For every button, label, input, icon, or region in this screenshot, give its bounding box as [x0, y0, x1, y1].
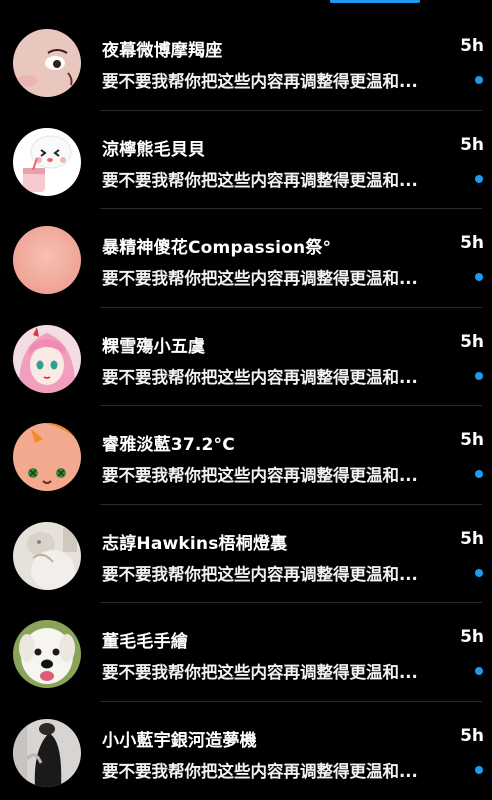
unread-dot-icon — [475, 174, 483, 183]
timestamp: 5h — [460, 36, 484, 56]
avatar[interactable] — [13, 127, 81, 196]
conversation-list: 夜幕微博摩羯座 5h 要不要我帮你把这些内容再调整得更温和... 涼檸熊毛貝貝 … — [0, 12, 492, 800]
contact-name: 粿雪殤小五虞 — [102, 336, 206, 357]
contact-name: 董毛毛手繪 — [102, 632, 188, 652]
contact-name: 夜幕微博摩羯座 — [102, 41, 223, 61]
message-preview: 要不要我帮你把这些内容再调整得更温和... — [102, 761, 418, 781]
avatar[interactable] — [13, 521, 81, 590]
conversation-row[interactable]: 董毛毛手繪 5h 要不要我帮你把这些内容再调整得更温和... — [0, 603, 492, 702]
avatar[interactable] — [13, 226, 81, 294]
avatar[interactable] — [13, 423, 81, 491]
unread-dot-icon — [475, 765, 483, 774]
contact-name: 暴精神傻花Compassion祭° — [102, 238, 332, 258]
conversation-row[interactable]: 睿雅淡藍37.2°C 5h 要不要我帮你把这些内容再调整得更温和... — [0, 406, 492, 505]
timestamp: 5h — [460, 134, 484, 155]
unread-dot-icon — [475, 371, 483, 380]
conversation-row[interactable]: 涼檸熊毛貝貝 5h 要不要我帮你把这些内容再调整得更温和... — [0, 111, 492, 209]
message-preview: 要不要我帮你把这些内容再调整得更温和... — [102, 367, 418, 387]
active-tab-indicator — [330, 0, 420, 3]
timestamp: 5h — [460, 233, 484, 253]
conversation-row[interactable]: 暴精神傻花Compassion祭° 5h 要不要我帮你把这些内容再调整得更温和.… — [0, 209, 492, 308]
anime-pink-hair-avatar-icon — [13, 324, 81, 393]
conversation-row[interactable]: 粿雪殤小五虞 5h 要不要我帮你把这些内容再调整得更温和... — [0, 308, 492, 406]
unread-dot-icon — [475, 568, 483, 577]
conversation-row[interactable]: 夜幕微博摩羯座 5h 要不要我帮你把这些内容再调整得更温和... — [0, 12, 492, 111]
avatar[interactable] — [13, 324, 81, 393]
pink-face-avatar-icon — [13, 29, 81, 97]
message-preview: 要不要我帮你把这些内容再调整得更温和... — [102, 269, 418, 288]
contact-name: 小小藍宇銀河造夢機 — [102, 730, 257, 751]
contact-name: 涼檸熊毛貝貝 — [102, 139, 206, 160]
peach-circle-avatar-icon — [13, 226, 81, 294]
avatar[interactable] — [13, 620, 81, 688]
timestamp: 5h — [460, 528, 484, 549]
unread-dot-icon — [475, 76, 483, 84]
cartoon-bear-drink-avatar-icon — [13, 127, 81, 196]
timestamp: 5h — [460, 725, 484, 746]
message-preview: 要不要我帮你把这些内容再调整得更温和... — [102, 170, 418, 190]
contact-name: 志諄Hawkins梧桐燈裏 — [102, 533, 288, 554]
avatar[interactable] — [13, 718, 81, 787]
white-dog-avatar-icon — [13, 620, 81, 688]
unread-dot-icon — [475, 273, 483, 281]
conversation-row[interactable]: 志諄Hawkins梧桐燈裏 5h 要不要我帮你把这些内容再调整得更温和... — [0, 505, 492, 603]
timestamp: 5h — [460, 627, 484, 647]
message-preview: 要不要我帮你把这些内容再调整得更温和... — [102, 72, 418, 91]
faded-photo-avatar-icon — [13, 521, 81, 590]
avatar[interactable] — [13, 29, 81, 97]
dark-figure-avatar-icon — [13, 718, 81, 787]
unread-dot-icon — [475, 667, 483, 675]
message-preview: 要不要我帮你把这些内容再调整得更温和... — [102, 564, 418, 584]
timestamp: 5h — [460, 331, 484, 352]
timestamp: 5h — [460, 430, 484, 450]
conversation-row[interactable]: 小小藍宇銀河造夢機 5h 要不要我帮你把这些内容再调整得更温和... — [0, 702, 492, 800]
message-preview: 要不要我帮你把这些内容再调整得更温和... — [102, 466, 418, 485]
orange-cartoon-avatar-icon — [13, 423, 81, 491]
unread-dot-icon — [475, 470, 483, 478]
contact-name: 睿雅淡藍37.2°C — [102, 435, 235, 455]
message-preview: 要不要我帮你把这些内容再调整得更温和... — [102, 663, 418, 682]
